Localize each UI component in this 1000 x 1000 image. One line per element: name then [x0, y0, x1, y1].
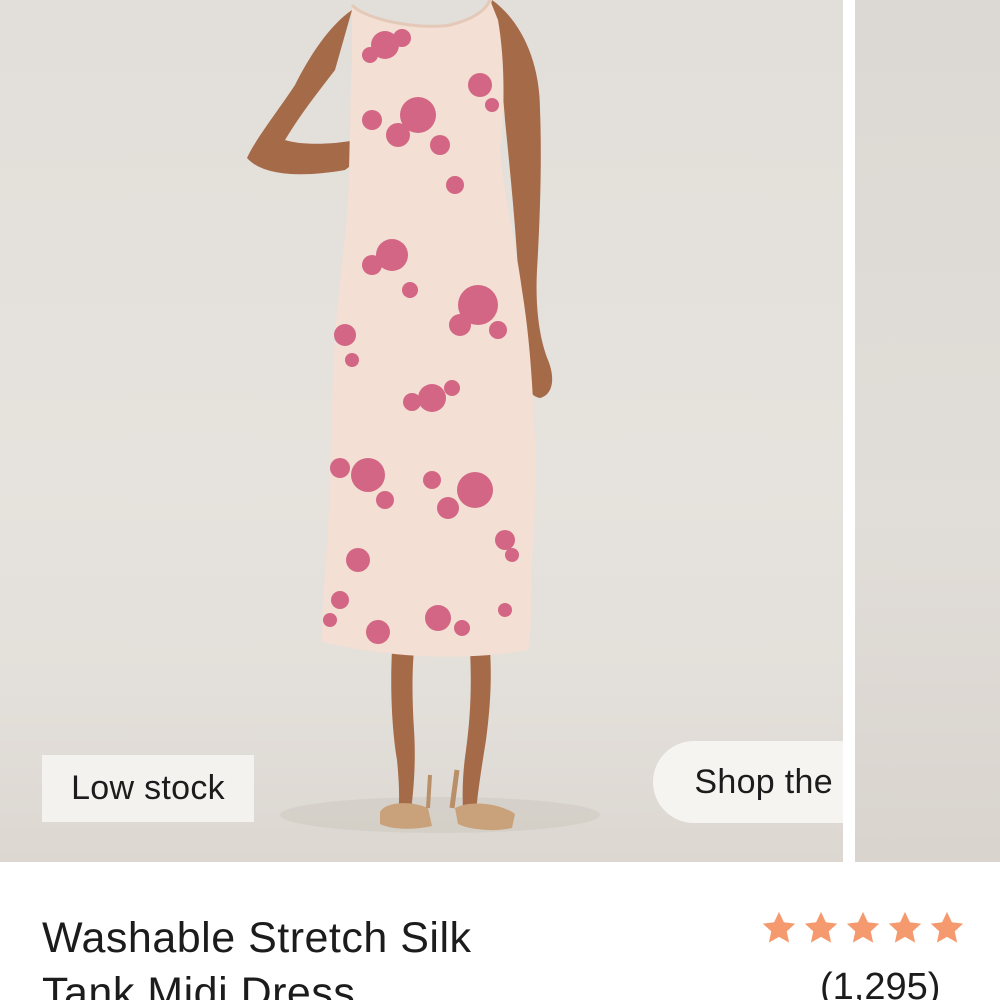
- star-icon: [804, 911, 838, 943]
- star-icon: [930, 911, 964, 943]
- product-info: Washable Stretch Silk Tank Midi Dress (1…: [0, 862, 1000, 1000]
- star-icon: [846, 911, 880, 943]
- product-title-line-2: Tank Midi Dress: [42, 969, 356, 1000]
- model-wearing-dress-photo: [247, 0, 600, 833]
- next-product-image-peek[interactable]: [855, 0, 1000, 862]
- product-image[interactable]: Low stock Shop the Look: [0, 0, 843, 862]
- product-image-carousel[interactable]: Low stock Shop the Look: [0, 0, 1000, 862]
- star-icon: [762, 911, 796, 943]
- product-title-line-1: Washable Stretch Silk: [42, 914, 472, 962]
- carousel-divider: [843, 0, 855, 862]
- low-stock-badge: Low stock: [42, 755, 254, 822]
- star-rating[interactable]: [760, 909, 966, 949]
- product-title[interactable]: Washable Stretch Silk Tank Midi Dress: [42, 911, 602, 1000]
- product-page: Low stock Shop the Look Washable Stretch…: [0, 0, 1000, 1000]
- review-count-link[interactable]: (1,295): [820, 965, 960, 1000]
- shop-the-look-button[interactable]: Shop the Look: [653, 741, 843, 823]
- star-icon: [888, 911, 922, 943]
